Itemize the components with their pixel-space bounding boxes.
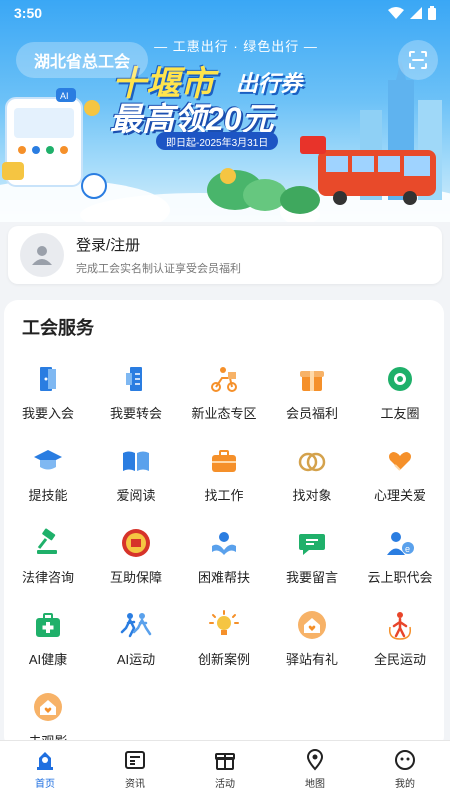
- union-home-icon: [37, 752, 53, 770]
- service-item-transfer[interactable]: 我要转会: [92, 352, 180, 434]
- first-aid-kit-icon: [31, 608, 65, 642]
- service-label: 创新案例: [197, 652, 250, 667]
- news-icon: [125, 751, 145, 769]
- service-label: 我要转会: [109, 406, 162, 421]
- service-grid: 我要入会 我要转会 新业态专区 会员福利 工友圈 提技能 爱阅读 找工作 找对象…: [4, 352, 444, 750]
- avatar: [20, 233, 64, 277]
- service-label: 心理关爱: [373, 488, 426, 503]
- runners-icon: [119, 608, 153, 642]
- service-label: AI运动: [116, 652, 156, 667]
- service-label: 法律咨询: [21, 570, 74, 585]
- service-item-find-partner[interactable]: 找对象: [268, 434, 356, 516]
- gavel-icon: [31, 526, 65, 560]
- house-heart-icon: [31, 690, 65, 724]
- service-label: 工友圈: [380, 406, 420, 421]
- chat-bubble-icon: [295, 526, 329, 560]
- user-e-icon: e: [383, 526, 417, 560]
- nav-item-news[interactable]: 资讯: [90, 741, 180, 800]
- service-item-national-fitness[interactable]: 全民运动: [356, 598, 444, 680]
- service-item-new-economy[interactable]: 新业态专区: [180, 352, 268, 434]
- map-pin-icon: [306, 749, 324, 771]
- nav-label: 首页: [35, 779, 55, 790]
- service-item-member-benefits[interactable]: 会员福利: [268, 352, 356, 434]
- nav-label: 地图: [305, 779, 325, 790]
- status-time: 3:50: [14, 5, 43, 21]
- service-item-hardship-aid[interactable]: 困难帮扶: [180, 516, 268, 598]
- service-label: 会员福利: [285, 406, 338, 421]
- service-label: 新业态专区: [191, 406, 257, 421]
- service-item-innovation[interactable]: 创新案例: [180, 598, 268, 680]
- service-item-mutual-aid[interactable]: 互助保障: [92, 516, 180, 598]
- status-bar: 3:50: [0, 0, 450, 26]
- service-item-message[interactable]: 我要留言: [268, 516, 356, 598]
- helping-hands-icon: [207, 526, 241, 560]
- login-card[interactable]: 登录/注册 完成工会实名制认证享受会员福利: [8, 226, 442, 284]
- section-title: 工会服务: [22, 318, 94, 338]
- camera-circle-icon: [383, 362, 417, 396]
- bottom-nav: 首页 资讯 活动 地图 我的: [0, 740, 450, 800]
- rings-icon: [295, 444, 329, 478]
- battery-icon: [428, 6, 436, 20]
- heart-hands-icon: [383, 444, 417, 478]
- jump-rope-icon: [383, 608, 417, 642]
- service-label: 困难帮扶: [197, 570, 250, 585]
- promo-banner[interactable]: AI — 工惠出行 · 绿色出行 — 十堰市 出行券 最高领20元 即日起-20…: [0, 0, 450, 222]
- nav-item-home[interactable]: 首页: [0, 741, 90, 800]
- service-label: 驿站有礼: [285, 652, 338, 667]
- service-item-ai-health[interactable]: AI健康: [4, 598, 92, 680]
- service-item-ai-sports[interactable]: AI运动: [92, 598, 180, 680]
- briefcase-icon: [207, 444, 241, 478]
- door-transfer-icon: [119, 362, 153, 396]
- delivery-rider-icon: [207, 362, 241, 396]
- nav-item-activities[interactable]: 活动: [180, 741, 270, 800]
- service-item-mental-care[interactable]: 心理关爱: [356, 434, 444, 516]
- face-icon: [395, 750, 415, 770]
- union-emblem-icon: [119, 526, 153, 560]
- activity-gift-icon: [215, 753, 235, 770]
- svg-text:AI: AI: [60, 91, 69, 101]
- service-item-find-job[interactable]: 找工作: [180, 434, 268, 516]
- door-icon: [31, 362, 65, 396]
- service-item-station-gift[interactable]: 驿站有礼: [268, 598, 356, 680]
- service-label: 云上职代会: [367, 570, 433, 585]
- service-label: 提技能: [28, 488, 68, 503]
- service-item-cloud-congress[interactable]: e 云上职代会: [356, 516, 444, 598]
- service-label: 互助保障: [109, 570, 162, 585]
- service-label: 找对象: [292, 488, 332, 503]
- banner-subtitle: — 工惠出行 · 绿色出行 —: [154, 39, 318, 54]
- service-label: 爱阅读: [116, 488, 156, 503]
- lightbulb-icon: [207, 608, 241, 642]
- service-label: 找工作: [204, 488, 244, 503]
- service-label: 我要入会: [21, 406, 74, 421]
- service-item-reading[interactable]: 爱阅读: [92, 434, 180, 516]
- nav-label: 我的: [395, 779, 415, 790]
- login-title: 登录/注册: [76, 237, 141, 254]
- service-item-legal[interactable]: 法律咨询: [4, 516, 92, 598]
- service-label: AI健康: [28, 652, 68, 667]
- gift-box-icon: [295, 362, 329, 396]
- union-selector[interactable]: 湖北省总工会: [16, 42, 149, 78]
- scan-icon: [409, 51, 427, 69]
- nav-label: 资讯: [125, 779, 145, 790]
- login-subtitle: 完成工会实名制认证享受会员福利: [76, 263, 241, 275]
- graduation-cap-icon: [31, 444, 65, 478]
- wifi-icon: [388, 7, 404, 19]
- service-item-skills[interactable]: 提技能: [4, 434, 92, 516]
- service-item-worker-circle[interactable]: 工友圈: [356, 352, 444, 434]
- nav-item-profile[interactable]: 我的: [360, 741, 450, 800]
- nav-label: 活动: [215, 779, 235, 790]
- house-heart-icon: [295, 608, 329, 642]
- scan-button[interactable]: [398, 40, 438, 80]
- open-book-icon: [119, 444, 153, 478]
- user-avatar-icon: [32, 246, 52, 265]
- service-label: 我要留言: [285, 570, 338, 585]
- svg-text:e: e: [405, 544, 410, 554]
- nav-item-map[interactable]: 地图: [270, 741, 360, 800]
- union-services-panel: 工会服务 我要入会 我要转会 新业态专区 会员福利 工友圈 提技能 爱阅读 找工…: [4, 300, 444, 750]
- banner-date-range: 即日起-2025年3月31日: [156, 132, 279, 150]
- service-label: 全民运动: [373, 652, 426, 667]
- service-item-join[interactable]: 我要入会: [4, 352, 92, 434]
- signal-icon: [410, 7, 422, 19]
- union-name: 湖北省总工会: [34, 54, 131, 71]
